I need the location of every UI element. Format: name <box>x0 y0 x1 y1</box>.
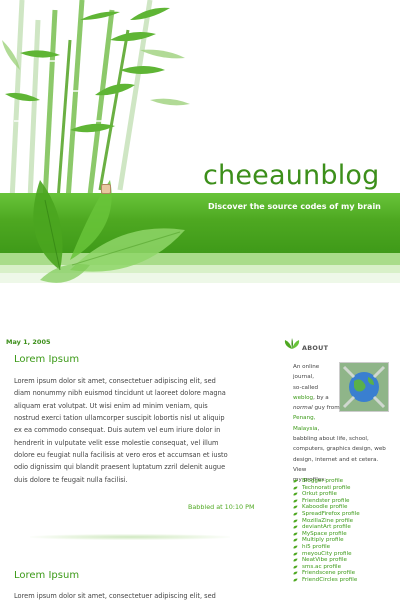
blog-header: cheeaunblog Discover the source codes of… <box>0 0 400 300</box>
post-title[interactable]: Lorem Ipsum <box>14 354 79 365</box>
post-body-line: diam nonummy nibh euismod tincidunt ut l… <box>14 389 226 398</box>
leaf-bullet-icon <box>293 552 298 556</box>
about-text-fragment: , <box>317 425 320 432</box>
post-body-line: hendrerit in vulputate velit esse molest… <box>14 438 219 447</box>
post-body-line: aliquam erat volutpat. Ut wisi enim ad m… <box>14 401 208 410</box>
post-body: Lorem ipsum dolor sit amet, consectetuer… <box>14 375 258 486</box>
about-line: journal, <box>293 374 315 381</box>
leaf-bullet-icon <box>293 571 298 575</box>
profile-link[interactable]: SpreadFirefox profile <box>302 511 360 517</box>
post-title[interactable]: Lorem Ipsum <box>14 570 79 581</box>
leaf-bullet-icon <box>293 565 298 569</box>
leaf-bullet-icon <box>293 499 298 503</box>
profile-list-item: Orkut profile <box>293 491 360 498</box>
profile-link[interactable]: meyouCity profile <box>302 551 352 557</box>
profile-list-item: MozillaZine profile <box>293 518 360 525</box>
leaf-bullet-icon <box>293 558 298 562</box>
leaf-bullet-icon <box>293 532 298 536</box>
penang-link[interactable]: Penang, <box>293 415 315 421</box>
post-body-line: Lorem ipsum dolor sit amet, consectetuer… <box>14 592 216 600</box>
weblog-link[interactable]: weblog <box>293 395 313 401</box>
profile-link[interactable]: Friendscene profile <box>302 570 355 576</box>
site-title[interactable]: cheeaunblog <box>203 160 379 191</box>
post-date: May 1, 2005 <box>6 338 51 346</box>
profile-link[interactable]: NeatVibe profile <box>302 557 347 563</box>
leaf-bullet-icon <box>293 538 298 542</box>
about-line: computers, graphics design, web <box>293 446 386 453</box>
leaf-bullet-icon <box>293 486 298 490</box>
post-separator <box>30 534 230 540</box>
about-emphasis: normal <box>293 405 313 412</box>
leaf-icon <box>284 338 300 349</box>
profile-links-list: Blogger profile Technorati profile Orkut p… <box>293 478 360 584</box>
profile-link[interactable]: sms.ac profile <box>302 564 341 570</box>
post-body-line: odio dignissim qui blandit praesent lupt… <box>14 463 226 472</box>
about-text-fragment: guy from <box>312 405 340 412</box>
about-description: An online journal, so-called weblog, by … <box>293 362 393 486</box>
profile-list-item: deviantArt profile <box>293 524 360 531</box>
leaf-bullet-icon <box>293 512 298 516</box>
post-body-line: ex ea commodo consequat. Duis autem vel … <box>14 426 221 435</box>
leaves-illustration <box>33 180 185 283</box>
about-text-fragment: , by a <box>313 394 329 401</box>
site-tagline: Discover the source codes of my brain <box>208 202 381 211</box>
about-line: so-called <box>293 384 319 391</box>
profile-list-item: Blogger profile <box>293 478 360 485</box>
profile-link[interactable]: Kaboodle profile <box>302 504 347 510</box>
post-body-line: nostrud exerci tation ullamcorper suscip… <box>14 414 225 423</box>
profile-list-item: meyouCity profile <box>293 551 360 558</box>
profile-list-item: FriendCircles profile <box>293 577 360 584</box>
profile-link[interactable]: Multiply profile <box>302 537 344 543</box>
profile-link[interactable]: Blogger profile <box>302 478 343 484</box>
profile-list-item: hi5 profile <box>293 544 360 551</box>
post-body-line: Lorem ipsum dolor sit amet, consectetuer… <box>14 377 216 385</box>
leaf-bullet-icon <box>293 578 298 582</box>
profile-list-item: SpreadFirefox profile <box>293 511 360 518</box>
leaf-bullet-icon <box>293 525 298 529</box>
about-line: babbling about life, school, <box>293 436 369 443</box>
profile-link[interactable]: Friendster profile <box>302 498 350 504</box>
profile-list-item: NeatVibe profile <box>293 557 360 564</box>
post-body-line: dolore eu feugiat nulla facilisis at ver… <box>14 451 228 460</box>
profile-link[interactable]: MozillaZine profile <box>302 518 353 524</box>
leaf-bullet-icon <box>293 505 298 509</box>
profile-list-item: MySpace profile <box>293 531 360 538</box>
about-line: An online <box>293 364 320 370</box>
profile-list-item: Kaboodle profile <box>293 504 360 511</box>
profile-list-item: Multiply profile <box>293 537 360 544</box>
profile-list-item: sms.ac profile <box>293 564 360 571</box>
leaf-bullet-icon <box>293 479 298 483</box>
profile-link[interactable]: Technorati profile <box>302 485 350 491</box>
post-body-line: duis dolore te feugait nulla facilisi. <box>14 475 128 484</box>
about-heading: ABOUT <box>302 344 329 352</box>
post-timestamp-link[interactable]: Babbled at 10:10 PM <box>188 503 254 511</box>
profile-list-item: Friendster profile <box>293 498 360 505</box>
profile-link[interactable]: MySpace profile <box>302 531 347 537</box>
profile-list-item: Friendscene profile <box>293 570 360 577</box>
feed-icon[interactable] <box>101 184 111 194</box>
leaf-bullet-icon <box>293 519 298 523</box>
post-body: Lorem ipsum dolor sit amet, consectetuer… <box>14 590 258 602</box>
profile-link[interactable]: deviantArt profile <box>302 524 351 530</box>
about-line: design, internet and et cetera. View <box>293 456 379 473</box>
profile-list-item: Technorati profile <box>293 485 360 492</box>
profile-link[interactable]: FriendCircles profile <box>302 577 357 583</box>
malaysia-link[interactable]: Malaysia <box>293 426 317 432</box>
leaf-bullet-icon <box>293 545 298 549</box>
profile-link[interactable]: Orkut profile <box>302 491 337 497</box>
leaf-bullet-icon <box>293 492 298 496</box>
profile-link[interactable]: hi5 profile <box>302 544 330 550</box>
